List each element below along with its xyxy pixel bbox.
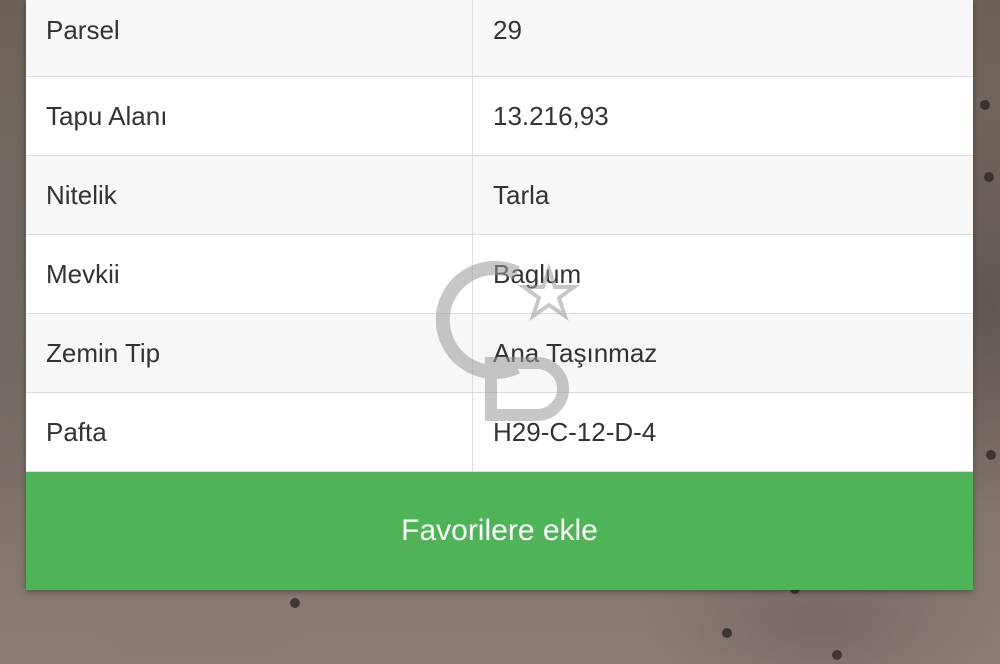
map-tree — [722, 628, 732, 638]
map-tree — [290, 598, 300, 608]
row-value: 29 — [472, 0, 973, 77]
row-value: Ana Taşınmaz — [472, 313, 973, 393]
map-tree — [986, 450, 996, 460]
row-value: Baglum — [472, 234, 973, 314]
table-row: Nitelik Tarla — [26, 155, 973, 235]
row-value: Tarla — [472, 155, 973, 235]
table-row: Zemin Tip Ana Taşınmaz — [26, 313, 973, 393]
table-row: Tapu Alanı 13.216,93 — [26, 76, 973, 156]
row-label: Pafta — [26, 392, 473, 472]
map-tree — [980, 100, 990, 110]
table-row: Pafta H29-C-12-D-4 — [26, 392, 973, 472]
parcel-info-table: Parsel 29 Tapu Alanı 13.216,93 Nitelik T… — [26, 0, 973, 472]
row-value: H29-C-12-D-4 — [472, 392, 973, 472]
row-label: Tapu Alanı — [26, 76, 473, 156]
row-label: Zemin Tip — [26, 313, 473, 393]
row-value: 13.216,93 — [472, 76, 973, 156]
map-tree — [984, 172, 994, 182]
row-label: Nitelik — [26, 155, 473, 235]
row-label: Mevkii — [26, 234, 473, 314]
map-tree — [832, 650, 842, 660]
add-to-favorites-button[interactable]: Favorilere ekle — [26, 472, 973, 590]
table-row: Parsel 29 — [26, 0, 973, 77]
table-row: Mevkii Baglum — [26, 234, 973, 314]
row-label: Parsel — [26, 0, 473, 77]
parcel-info-panel: Parsel 29 Tapu Alanı 13.216,93 Nitelik T… — [26, 0, 973, 590]
